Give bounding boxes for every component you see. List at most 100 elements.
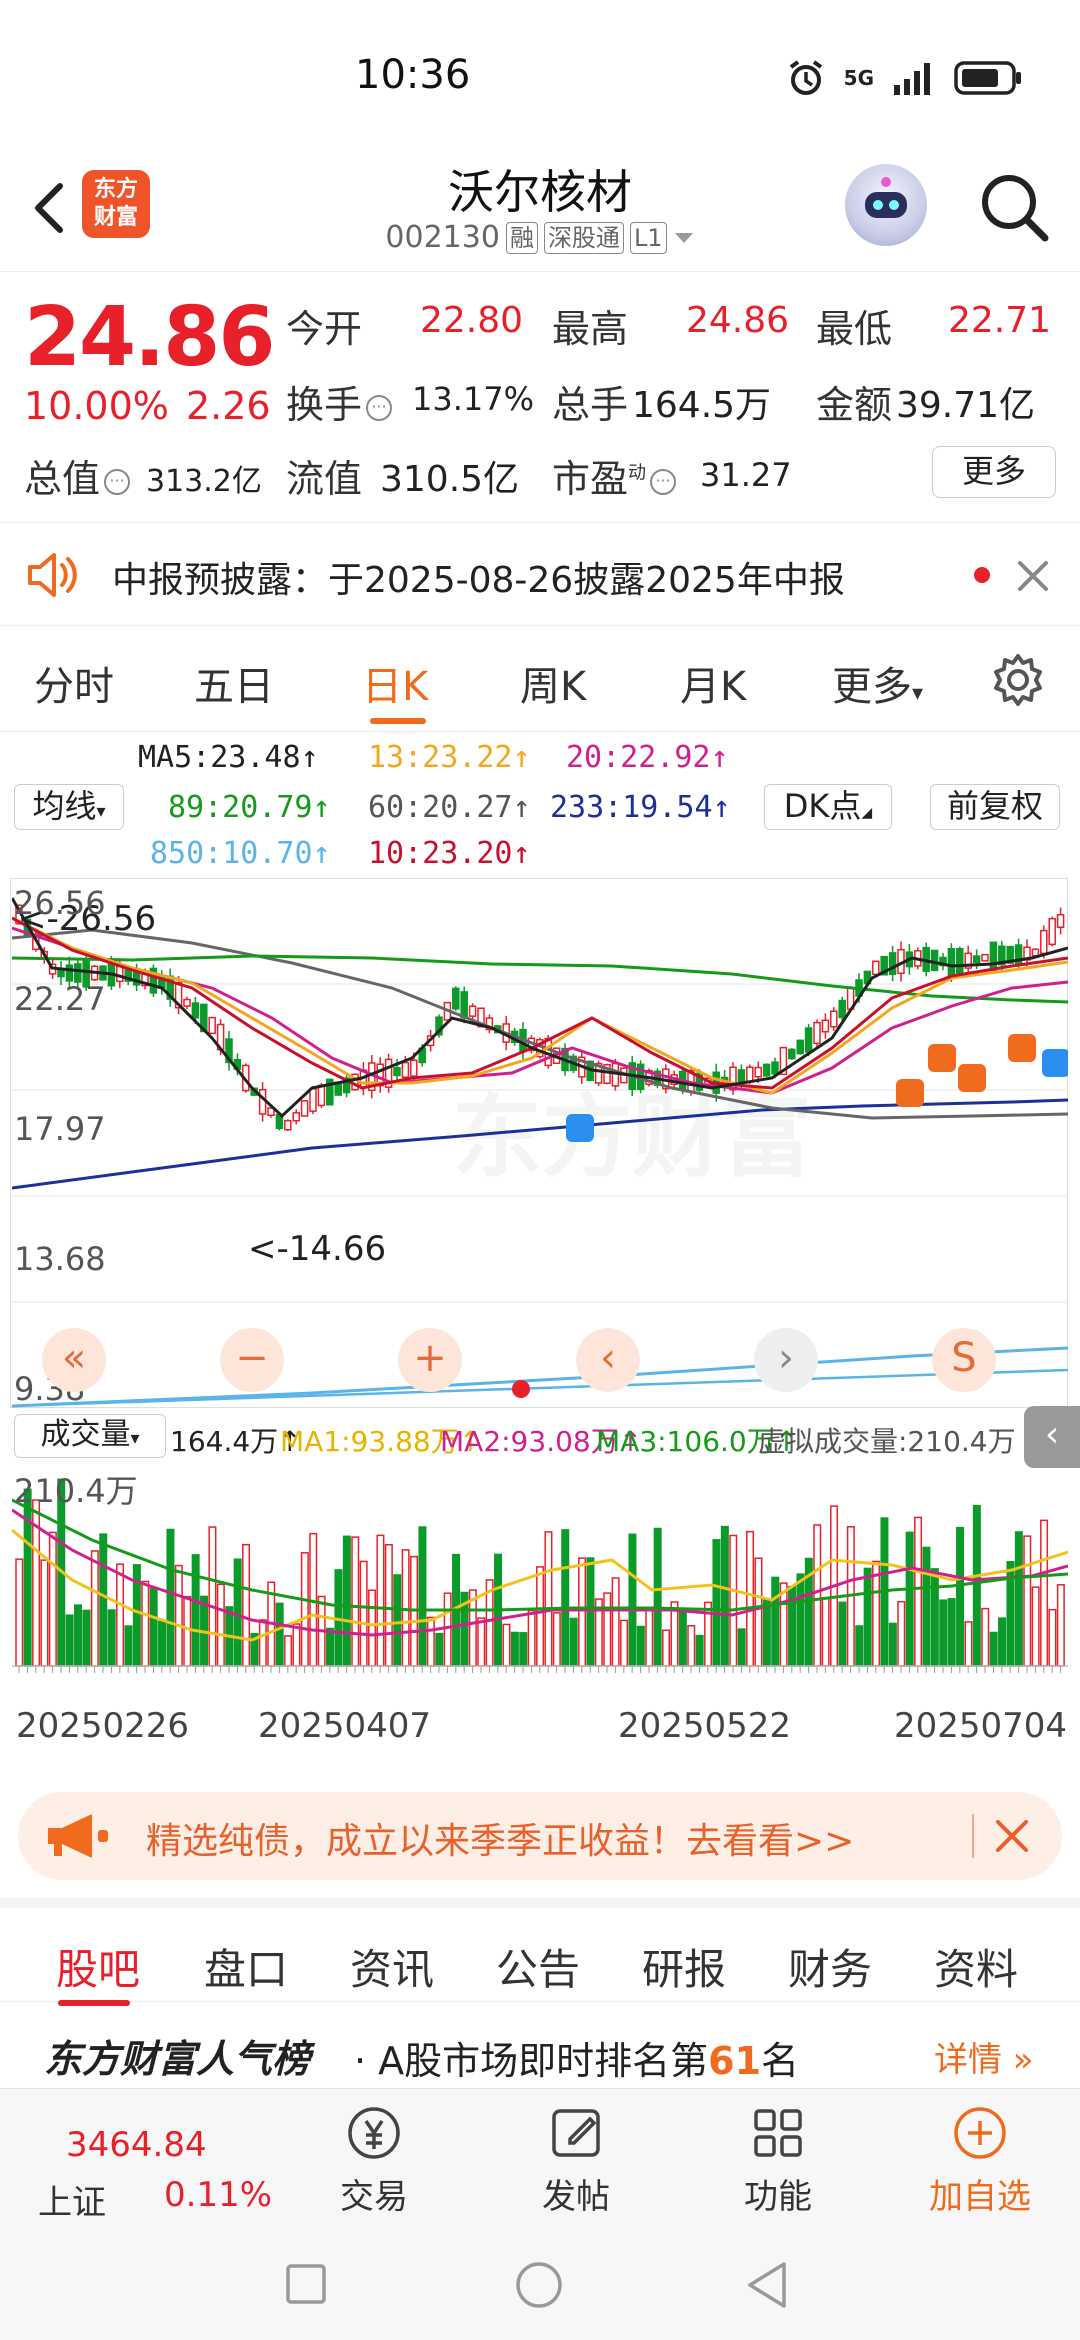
back-icon[interactable]	[744, 2260, 792, 2310]
volume-chart[interactable]: 210.4万	[12, 1470, 1068, 1696]
candle	[410, 1059, 418, 1077]
candle	[830, 1010, 838, 1028]
rewind-button[interactable]: «	[42, 1328, 106, 1392]
ma-selector[interactable]: 均线▾	[14, 784, 124, 830]
collapse-panel-button[interactable]: ‹	[1024, 1406, 1080, 1468]
nav-functions[interactable]: 功能	[708, 2103, 848, 2218]
volume-bar	[771, 1576, 780, 1667]
add-circle-icon	[954, 2107, 1006, 2159]
tab-weekly-k[interactable]: 周K	[520, 654, 586, 712]
tab-profile[interactable]: 资料	[934, 1936, 1018, 1997]
date-label-3: 20250522	[618, 1706, 792, 1746]
candle	[300, 1100, 309, 1117]
volume-bar	[502, 1623, 511, 1667]
kline-chart[interactable]: 东方财富 <-26.56 <-14.66	[12, 878, 1068, 1408]
tab-announcements[interactable]: 公告	[496, 1936, 580, 1997]
high-label: 最高	[552, 307, 629, 351]
date-axis-ticks	[12, 1665, 1068, 1673]
battery-icon	[954, 61, 1021, 95]
candle	[452, 987, 460, 1010]
volume-bar	[855, 1625, 864, 1667]
volume-bar	[141, 1580, 150, 1667]
candle	[737, 1069, 746, 1084]
volume-bar	[888, 1622, 897, 1667]
zoom-in-button[interactable]: +	[398, 1328, 462, 1392]
tab-order-book[interactable]: 盘口	[204, 1936, 288, 1997]
popularity-rank-bar[interactable]: 东方财富人气榜 · A股市场即时排名第61名 详情 »	[0, 2010, 1080, 2090]
notice-text: 中报预披露：于2025-08-26披露2025年中报	[112, 560, 845, 601]
volume-bar	[687, 1625, 696, 1667]
volume-bar	[233, 1558, 242, 1667]
scroll-left-button[interactable]: ‹	[576, 1328, 640, 1392]
status-time: 10:36	[355, 52, 471, 98]
volume-bar	[359, 1560, 368, 1667]
tab-more[interactable]: 更多▾	[832, 654, 923, 712]
candle	[989, 941, 998, 972]
market-cap-value: 313.2亿	[146, 464, 262, 499]
candle	[872, 960, 880, 976]
dk-point-button[interactable]: DK点◢	[764, 784, 892, 830]
signal-badge	[1042, 1049, 1068, 1077]
volume-bar	[510, 1631, 519, 1667]
ma233-value: 233:19.54↑	[550, 790, 731, 825]
date-label-2: 20250407	[258, 1706, 432, 1746]
promo-banner[interactable]: 精选纯债，成立以来季季正收益！去看看>>	[18, 1792, 1062, 1880]
candle	[1040, 929, 1048, 955]
tab-daily-k[interactable]: 日K	[362, 654, 428, 712]
active-tab-indicator	[370, 718, 426, 724]
close-icon[interactable]	[1016, 559, 1050, 593]
network-type: 5G	[843, 66, 874, 90]
volume-bar	[636, 1625, 645, 1667]
more-quote-button[interactable]: 更多	[932, 446, 1056, 498]
volume-bar	[368, 1589, 377, 1667]
volume-bar	[939, 1599, 948, 1667]
adjust-mode-button[interactable]: 前复权	[930, 784, 1060, 830]
margin-tag: 融	[505, 221, 538, 254]
high-value: 24.86	[686, 300, 790, 341]
volume-selector[interactable]: 成交量▾	[14, 1414, 166, 1458]
signal-badge	[928, 1044, 956, 1072]
candle	[191, 1002, 200, 1019]
nav-trade[interactable]: 交易	[304, 2103, 444, 2218]
nav-post[interactable]: 发帖	[506, 2103, 646, 2218]
notice-bar[interactable]: 中报预披露：于2025-08-26披露2025年中报	[0, 522, 1080, 626]
tab-forum[interactable]: 股吧	[56, 1936, 140, 1997]
volume-bar	[1014, 1531, 1023, 1667]
tab-financials[interactable]: 财务	[788, 1936, 872, 1997]
nav-add-watchlist[interactable]: 加自选	[910, 2103, 1050, 2218]
close-icon[interactable]	[994, 1818, 1030, 1854]
candle	[208, 1016, 216, 1035]
volume-bar	[107, 1609, 116, 1667]
tab-research[interactable]: 研报	[642, 1936, 726, 1997]
robot-assistant-icon[interactable]	[845, 164, 927, 246]
alarm-icon	[789, 60, 822, 95]
volume-bar	[65, 1614, 74, 1667]
volume-bar	[536, 1566, 545, 1667]
tab-news[interactable]: 资讯	[350, 1936, 434, 1997]
volume-bar	[443, 1592, 452, 1667]
connect-tag: 深股通	[543, 221, 624, 254]
volume-bar	[174, 1564, 183, 1667]
recent-apps-icon[interactable]	[284, 2262, 328, 2306]
volume-bar	[1023, 1535, 1032, 1667]
tab-five-day[interactable]: 五日	[194, 654, 274, 712]
market-cap-label[interactable]: 总值 ···	[24, 448, 134, 503]
scroll-right-button[interactable]: ›	[754, 1328, 818, 1392]
volume-bar	[914, 1516, 923, 1667]
candle	[292, 1112, 300, 1122]
signal-toggle-button[interactable]: S	[932, 1328, 996, 1392]
zoom-out-button[interactable]: −	[220, 1328, 284, 1392]
signal-badge	[566, 1114, 594, 1142]
search-icon[interactable]	[975, 168, 1055, 248]
turnover-label[interactable]: 换手 ···	[286, 374, 396, 429]
rank-detail-link[interactable]: 详情 »	[934, 2032, 1034, 2081]
index-ticker[interactable]: 3464.84 上证 0.11%	[30, 2099, 272, 2223]
tab-intraday[interactable]: 分时	[34, 654, 114, 712]
tab-monthly-k[interactable]: 月K	[680, 654, 746, 712]
volume-bar	[611, 1577, 620, 1667]
settings-gear-icon[interactable]	[990, 652, 1046, 708]
home-icon[interactable]	[514, 2260, 564, 2310]
pe-label[interactable]: 市盈动 ···	[552, 448, 680, 503]
ma850-trend-line	[12, 1368, 1068, 1408]
volume-bar	[191, 1554, 200, 1667]
